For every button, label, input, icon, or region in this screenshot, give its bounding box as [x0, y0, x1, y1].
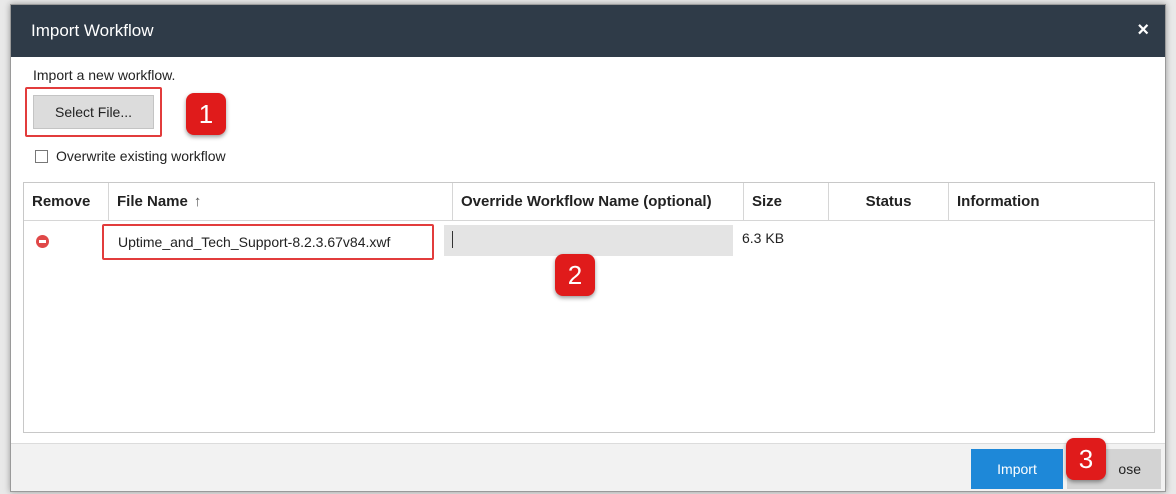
column-header-remove[interactable]: Remove: [24, 183, 109, 220]
file-grid: Remove File Name ↑ Override Workflow Name…: [23, 182, 1155, 433]
override-workflow-name-input[interactable]: [444, 225, 733, 256]
column-header-file-name[interactable]: File Name ↑: [109, 183, 453, 220]
select-file-button[interactable]: Select File...: [33, 95, 154, 129]
column-header-size[interactable]: Size: [744, 183, 829, 220]
step-badge-2: 2: [555, 254, 595, 296]
select-file-highlight: Select File...: [25, 87, 162, 137]
overwrite-checkbox[interactable]: [35, 150, 48, 163]
text-cursor: [452, 231, 453, 248]
close-icon[interactable]: ×: [1137, 18, 1149, 42]
column-header-status[interactable]: Status: [829, 183, 949, 220]
grid-header: Remove File Name ↑ Override Workflow Name…: [24, 183, 1154, 221]
file-name-cell: Uptime_and_Tech_Support-8.2.3.67v84.xwf: [118, 234, 391, 250]
import-workflow-dialog: Import Workflow × Import a new workflow.…: [10, 4, 1166, 492]
intro-text: Import a new workflow.: [33, 67, 176, 83]
table-row: Uptime_and_Tech_Support-8.2.3.67v84.xwf …: [24, 220, 1154, 260]
step-badge-3: 3: [1066, 438, 1106, 480]
size-cell: 6.3 KB: [742, 230, 785, 246]
sort-ascending-icon: ↑: [193, 193, 202, 210]
dialog-titlebar: Import Workflow ×: [11, 5, 1165, 57]
overwrite-label: Overwrite existing workflow: [56, 148, 226, 164]
file-name-highlight: Uptime_and_Tech_Support-8.2.3.67v84.xwf: [102, 224, 434, 260]
import-button[interactable]: Import: [971, 449, 1063, 489]
column-header-override-name[interactable]: Override Workflow Name (optional): [453, 183, 744, 220]
step-badge-1: 1: [186, 93, 226, 135]
column-header-information[interactable]: Information: [949, 183, 1154, 220]
remove-circle-icon[interactable]: [36, 235, 49, 248]
column-header-file-name-label: File Name: [117, 193, 188, 210]
dialog-title: Import Workflow: [31, 21, 154, 40]
overwrite-option[interactable]: Overwrite existing workflow: [35, 148, 226, 164]
